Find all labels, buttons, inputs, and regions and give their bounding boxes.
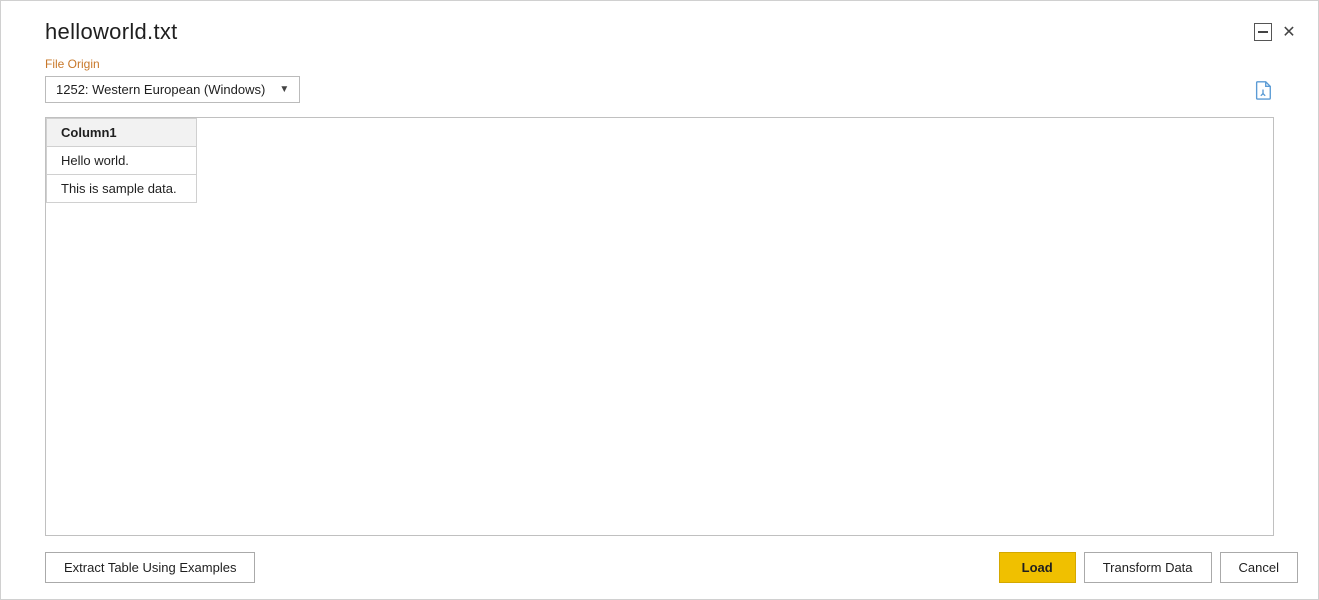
window-title: helloworld.txt (45, 19, 178, 45)
file-origin-row: 1252: Western European (Windows) ▼ (45, 76, 1274, 103)
title-bar: helloworld.txt ✕ (1, 1, 1318, 45)
extract-table-button[interactable]: Extract Table Using Examples (45, 552, 255, 583)
table-row: Hello world. (47, 147, 197, 175)
minimize-button[interactable] (1254, 23, 1272, 41)
transform-data-button[interactable]: Transform Data (1084, 552, 1212, 583)
footer-left: Extract Table Using Examples (45, 552, 255, 583)
refresh-icon[interactable] (1252, 79, 1274, 101)
footer-right: Load Transform Data Cancel (999, 552, 1298, 583)
file-origin-dropdown[interactable]: 1252: Western European (Windows) ▼ (45, 76, 300, 103)
table-row: This is sample data. (47, 175, 197, 203)
data-table: Column1 Hello world.This is sample data. (46, 118, 197, 203)
footer: Extract Table Using Examples Load Transf… (1, 536, 1318, 599)
chevron-down-icon: ▼ (279, 84, 289, 95)
content-area: File Origin 1252: Western European (Wind… (1, 45, 1318, 536)
main-window: helloworld.txt ✕ File Origin 1252: Weste… (0, 0, 1319, 600)
cancel-button[interactable]: Cancel (1220, 552, 1298, 583)
load-button[interactable]: Load (999, 552, 1076, 583)
close-button[interactable]: ✕ (1280, 23, 1298, 41)
file-origin-label: File Origin (45, 57, 1274, 71)
data-preview: Column1 Hello world.This is sample data. (45, 117, 1274, 536)
table-cell: Hello world. (47, 147, 197, 175)
window-controls: ✕ (1254, 19, 1298, 41)
column1-header: Column1 (47, 119, 197, 147)
dropdown-value: 1252: Western European (Windows) (56, 82, 265, 97)
table-cell: This is sample data. (47, 175, 197, 203)
